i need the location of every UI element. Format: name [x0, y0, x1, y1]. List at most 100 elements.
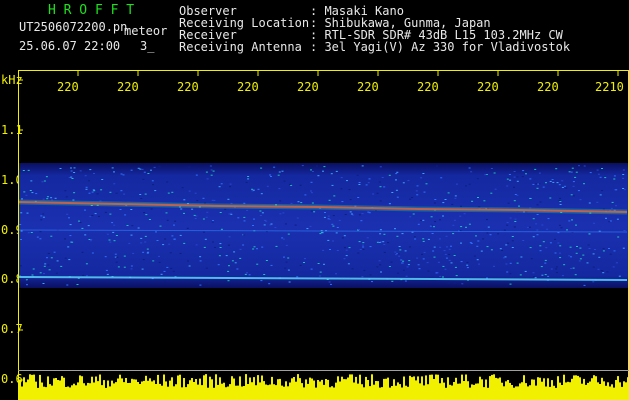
noise-speckle: [122, 279, 125, 281]
amplitude-bar: [311, 378, 313, 400]
noise-speckle: [436, 165, 438, 167]
noise-speckle: [331, 223, 334, 225]
noise-speckle: [160, 273, 163, 275]
amplitude-bar: [183, 378, 185, 400]
noise-speckle: [64, 190, 67, 192]
noise-speckle: [330, 173, 333, 175]
noise-speckle: [454, 266, 457, 268]
amplitude-bar: [323, 384, 325, 400]
noise-speckle: [463, 213, 466, 215]
noise-speckle: [454, 195, 457, 197]
noise-speckle: [349, 211, 352, 213]
noise-speckle: [19, 224, 22, 225]
amplitude-bar: [131, 378, 133, 400]
amplitude-bar: [199, 378, 201, 400]
noise-speckle: [601, 168, 603, 169]
noise-speckle: [239, 248, 242, 250]
amplitude-bar: [161, 385, 163, 400]
amplitude-bar: [93, 382, 95, 400]
noise-speckle: [73, 172, 76, 173]
noise-speckle: [324, 212, 326, 213]
noise-speckle: [20, 212, 23, 214]
noise-speckle: [183, 212, 185, 214]
noise-speckle: [425, 183, 428, 185]
noise-speckle: [230, 213, 233, 215]
noise-speckle: [513, 171, 516, 172]
amplitude-bar: [601, 377, 603, 400]
noise-speckle: [195, 244, 198, 246]
noise-speckle: [529, 178, 532, 180]
noise-speckle: [323, 166, 326, 168]
noise-speckle: [166, 219, 169, 221]
noise-speckle: [559, 197, 562, 199]
amplitude-bar: [67, 386, 69, 400]
noise-speckle: [559, 257, 562, 259]
noise-speckle: [544, 262, 547, 264]
noise-speckle: [402, 182, 405, 184]
amplitude-bar: [49, 384, 51, 400]
amplitude-bar: [107, 380, 109, 400]
amplitude-bar: [349, 374, 351, 400]
noise-speckle: [218, 255, 221, 257]
amplitude-bar: [129, 382, 131, 400]
amplitude-bar: [243, 386, 245, 400]
noise-speckle: [514, 218, 517, 220]
noise-speckle: [535, 223, 538, 225]
noise-speckle: [379, 186, 382, 188]
noise-speckle: [422, 258, 425, 260]
amplitude-bar: [421, 376, 423, 400]
amplitude-bar: [309, 377, 311, 400]
amplitude-bar: [267, 385, 269, 400]
noise-speckle: [522, 240, 525, 241]
noise-speckle: [568, 171, 571, 173]
noise-speckle: [616, 218, 619, 220]
noise-speckle: [142, 259, 145, 261]
amplitude-bar: [223, 382, 225, 400]
noise-speckle: [329, 249, 331, 250]
amplitude-bar: [197, 384, 199, 400]
noise-speckle: [91, 191, 94, 193]
amplitude-bar: [299, 378, 301, 400]
noise-speckle: [398, 255, 401, 257]
amplitude-bar: [481, 379, 483, 400]
noise-speckle: [171, 191, 174, 193]
noise-speckle: [564, 185, 566, 187]
amplitude-bar: [147, 380, 149, 400]
noise-speckle: [348, 189, 351, 191]
amplitude-bar: [33, 374, 35, 400]
noise-speckle: [395, 189, 398, 191]
noise-speckle: [395, 173, 398, 175]
amplitude-bar: [409, 375, 411, 400]
noise-speckle: [91, 252, 94, 254]
amplitude-bar: [253, 377, 255, 400]
noise-speckle: [85, 263, 88, 265]
noise-speckle: [529, 198, 532, 199]
noise-speckle: [582, 254, 585, 256]
noise-speckle: [361, 165, 364, 167]
noise-speckle: [579, 258, 582, 260]
amplitude-bar: [241, 386, 243, 400]
amplitude-bar: [385, 378, 387, 400]
noise-speckle: [524, 270, 527, 272]
amplitude-bar: [251, 382, 253, 400]
noise-speckle: [299, 184, 302, 186]
noise-speckle: [147, 173, 150, 174]
noise-speckle: [437, 261, 440, 263]
noise-speckle: [108, 239, 111, 241]
amplitude-bar: [493, 374, 495, 400]
noise-speckle: [209, 165, 212, 167]
noise-speckle: [556, 182, 559, 184]
noise-speckle: [68, 217, 70, 219]
noise-speckle: [225, 255, 228, 257]
noise-speckle: [270, 264, 273, 266]
noise-speckle: [172, 270, 175, 272]
noise-speckle: [219, 243, 222, 245]
noise-speckle: [194, 218, 197, 219]
noise-speckle: [411, 197, 413, 198]
noise-speckle: [316, 165, 318, 167]
noise-speckle: [450, 262, 453, 264]
noise-speckle: [416, 168, 419, 170]
noise-speckle: [247, 178, 250, 180]
noise-speckle: [574, 176, 577, 178]
noise-speckle: [576, 246, 578, 247]
